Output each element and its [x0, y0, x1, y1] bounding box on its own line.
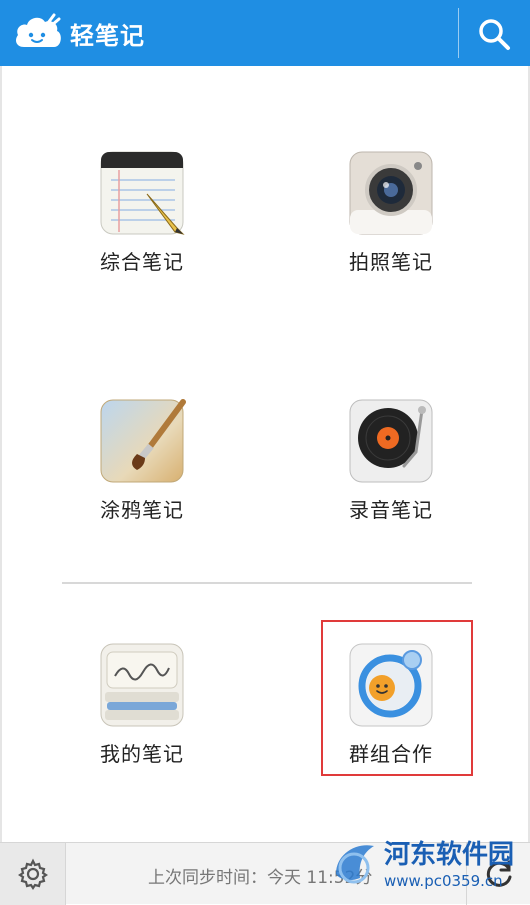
tile-general-note[interactable]: 综合笔记 — [52, 148, 232, 298]
app-title: 轻笔记 — [70, 21, 145, 50]
app-header: 轻笔记 — [0, 0, 530, 66]
tile-label: 我的笔记 — [100, 742, 184, 766]
notes-stack-icon — [100, 643, 184, 727]
gear-icon — [17, 858, 48, 890]
tile-label: 综合笔记 — [100, 250, 184, 274]
paintbrush-icon — [100, 399, 186, 483]
cloud-logo-icon — [16, 13, 61, 47]
tile-doodle-note[interactable]: 涂鸦笔记 — [52, 396, 232, 546]
tile-photo-note[interactable]: 拍照笔记 — [301, 148, 481, 298]
tile-label: 涂鸦笔记 — [100, 498, 184, 522]
app-brand: 轻笔记 — [12, 10, 145, 56]
notepad-icon — [100, 151, 185, 235]
camera-icon — [349, 151, 433, 235]
watermark-url: www.pc0359.cn — [384, 872, 503, 890]
tile-label: 拍照笔记 — [349, 250, 433, 274]
tile-audio-note[interactable]: 录音笔记 — [301, 396, 481, 546]
record-player-icon — [349, 399, 433, 483]
selection-highlight — [321, 620, 473, 776]
watermark: 河东软件园 www.pc0359.cn — [328, 832, 528, 900]
search-icon — [479, 19, 510, 50]
section-divider — [62, 582, 472, 584]
search-button[interactable] — [465, 12, 523, 56]
header-divider — [458, 8, 459, 58]
watermark-title: 河东软件园 — [384, 840, 515, 870]
tile-label: 录音笔记 — [349, 498, 433, 522]
tile-my-notes[interactable]: 我的笔记 — [52, 640, 232, 790]
main-content: 综合笔记 拍照笔记 涂鸦笔记 录音笔记 我的笔记 群组合作 — [0, 66, 530, 842]
settings-button[interactable] — [0, 843, 66, 905]
watermark-logo-icon — [336, 845, 374, 884]
